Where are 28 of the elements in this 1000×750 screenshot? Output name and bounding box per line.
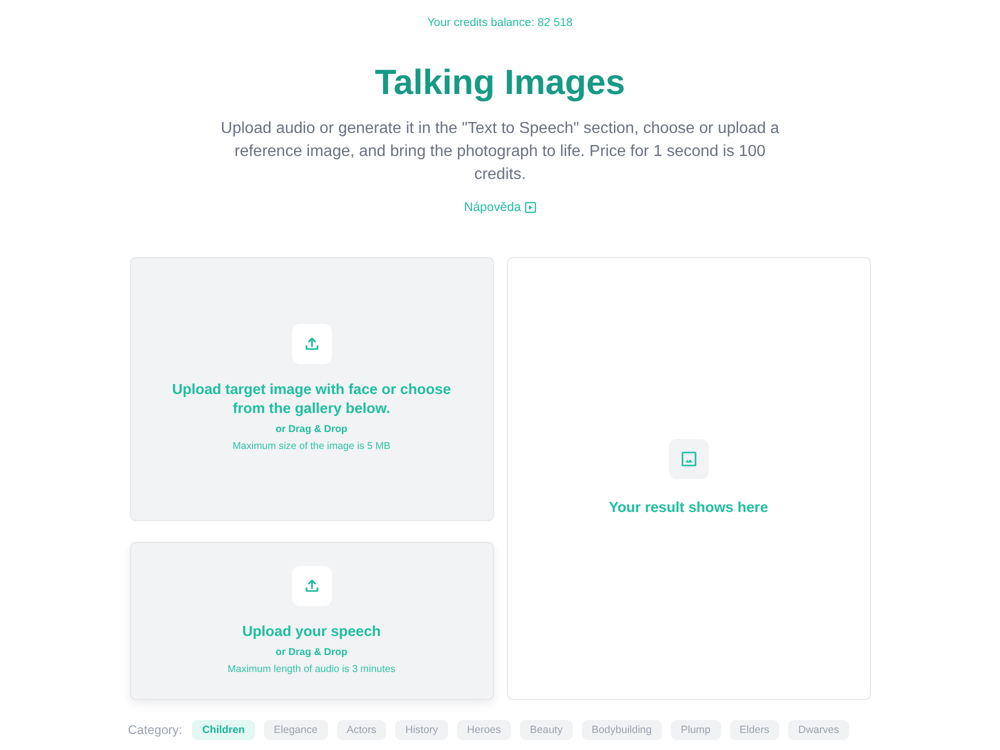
play-icon xyxy=(525,202,536,212)
size-limit-text: Maximum size of the image is 5 MB xyxy=(232,440,390,454)
drag-drop-hint: or Drag & Drop xyxy=(276,646,348,660)
size-limit-text: Maximum length of audio is 3 minutes xyxy=(228,662,396,676)
upload-icon xyxy=(292,566,332,606)
category-chip[interactable]: Children xyxy=(192,720,255,740)
category-chip[interactable]: Bodybuilding xyxy=(582,720,662,740)
category-chip[interactable]: Actors xyxy=(336,720,386,740)
upload-icon xyxy=(292,324,332,364)
upload-title: Upload your speech xyxy=(241,622,382,642)
page-description: Upload audio or generate it in the "Text to Speech" section, choose or upload a reference image, and bring the photograph to life. Price for 1 second is 100 credits. xyxy=(220,119,780,185)
result-placeholder-text: Your result shows here xyxy=(608,499,768,518)
upload-dropzone[interactable]: Upload your speech or Drag & Drop Maximum length of audio is 3 minutes xyxy=(130,542,494,700)
category-chip[interactable]: Plump xyxy=(670,720,720,740)
category-chip[interactable]: Elegance xyxy=(264,720,328,740)
help-link[interactable]: Nápověda xyxy=(464,199,536,215)
credits-balance: Your credits balance: 82 518 xyxy=(427,16,573,30)
drag-drop-hint: or Drag & Drop xyxy=(276,423,348,437)
image-icon xyxy=(668,439,708,479)
category-chip[interactable]: Heroes xyxy=(457,720,511,740)
category-chip[interactable]: Dwarves xyxy=(788,720,850,740)
category-chip[interactable]: Beauty xyxy=(520,720,573,740)
upload-title: Upload target image with face or choose from the gallery below. xyxy=(171,381,452,419)
category-chip[interactable]: History xyxy=(395,720,448,740)
category-chip[interactable]: Elders xyxy=(730,720,780,740)
upload-dropzone[interactable]: Upload target image with face or choose from the gallery below. or Drag & Drop Maximum size of the image is 5 MB xyxy=(130,257,494,521)
page-title: Talking Images xyxy=(374,63,626,103)
category-label: Category: xyxy=(128,722,182,738)
